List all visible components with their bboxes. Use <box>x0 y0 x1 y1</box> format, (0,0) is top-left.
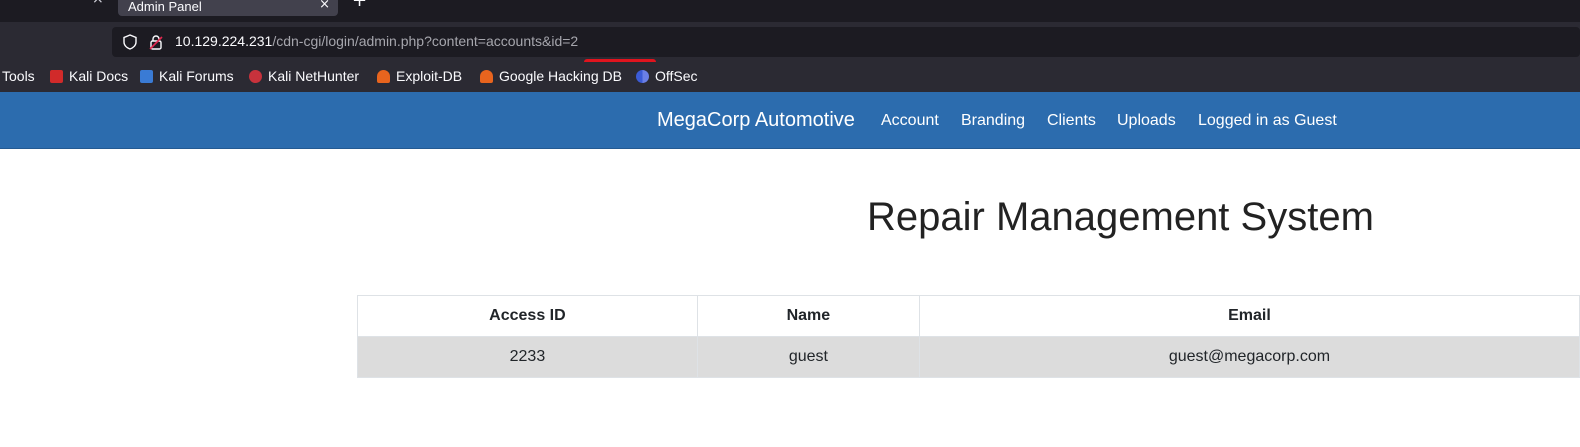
bookmark-offsec[interactable]: OffSec <box>636 68 698 84</box>
table-row: 2233 guest guest@megacorp.com <box>357 336 1580 378</box>
offsec-icon <box>636 69 649 83</box>
nav-uploads[interactable]: Uploads <box>1117 112 1176 130</box>
new-tab-button[interactable]: + <box>352 0 367 11</box>
nav-account[interactable]: Account <box>881 112 939 130</box>
cell-access-id: 2233 <box>357 336 698 378</box>
page-title: Repair Management System <box>867 195 1374 239</box>
nav-logged-in-as[interactable]: Logged in as Guest <box>1198 112 1337 130</box>
shield-icon[interactable] <box>122 34 138 55</box>
bookmarks-toolbar: Tools Kali Docs Kali Forums Kali NetHunt… <box>0 62 1580 92</box>
bookmark-label: Kali Docs <box>69 68 129 84</box>
bookmark-label: Kali Forums <box>159 68 234 84</box>
bookmark-label: Google Hacking DB <box>499 68 622 84</box>
tab-close-icon[interactable]: × <box>319 0 330 12</box>
cell-name: guest <box>696 336 920 378</box>
table-header-row: Access ID Name Email <box>357 295 1580 337</box>
url-text[interactable]: 10.129.224.231/cdn-cgi/login/admin.php?c… <box>175 33 578 49</box>
bookmark-kali-forums[interactable]: Kali Forums <box>140 68 234 84</box>
exploit-db-icon <box>377 69 390 83</box>
browser-tab-strip: × Admin Panel × + <box>0 0 1580 22</box>
bookmark-label: Kali NetHunter <box>268 68 360 84</box>
bookmark-label: Tools <box>2 68 35 84</box>
column-header-email: Email <box>918 295 1580 337</box>
site-navbar: MegaCorp Automotive Account Branding Cli… <box>0 92 1580 149</box>
column-header-access-id: Access ID <box>357 295 698 337</box>
bookmark-kali-nethunter[interactable]: Kali NetHunter <box>249 68 359 84</box>
url-path: /cdn-cgi/login/admin.php?content=account… <box>272 33 579 49</box>
url-bar[interactable]: 10.129.224.231/cdn-cgi/login/admin.php?c… <box>112 27 1580 57</box>
bookmark-kali-docs[interactable]: Kali Docs <box>50 68 128 84</box>
column-header-name: Name <box>696 295 920 337</box>
nav-clients[interactable]: Clients <box>1047 112 1096 130</box>
ghdb-icon <box>480 69 493 83</box>
active-tab[interactable]: Admin Panel × <box>118 0 338 16</box>
accounts-table: Access ID Name Email 2233 guest guest@me… <box>357 295 1580 378</box>
bookmark-tools[interactable]: Tools <box>2 68 35 84</box>
close-tab-icon[interactable]: × <box>92 0 104 7</box>
nav-branding[interactable]: Branding <box>961 112 1025 130</box>
brand-link[interactable]: MegaCorp Automotive <box>657 109 855 132</box>
insecure-lock-icon[interactable] <box>148 34 164 55</box>
kali-docs-icon <box>50 69 63 83</box>
cell-email: guest@megacorp.com <box>918 336 1580 378</box>
url-host: 10.129.224.231 <box>175 33 273 49</box>
bookmark-label: OffSec <box>655 68 698 84</box>
kali-forums-icon <box>140 69 153 83</box>
browser-toolbar: 10.129.224.231/cdn-cgi/login/admin.php?c… <box>0 22 1580 62</box>
bookmark-google-hacking-db[interactable]: Google Hacking DB <box>480 68 622 84</box>
kali-nethunter-icon <box>249 69 262 83</box>
bookmark-label: Exploit-DB <box>396 68 463 84</box>
bookmark-exploit-db[interactable]: Exploit-DB <box>377 68 462 84</box>
tab-title: Admin Panel <box>128 0 202 14</box>
